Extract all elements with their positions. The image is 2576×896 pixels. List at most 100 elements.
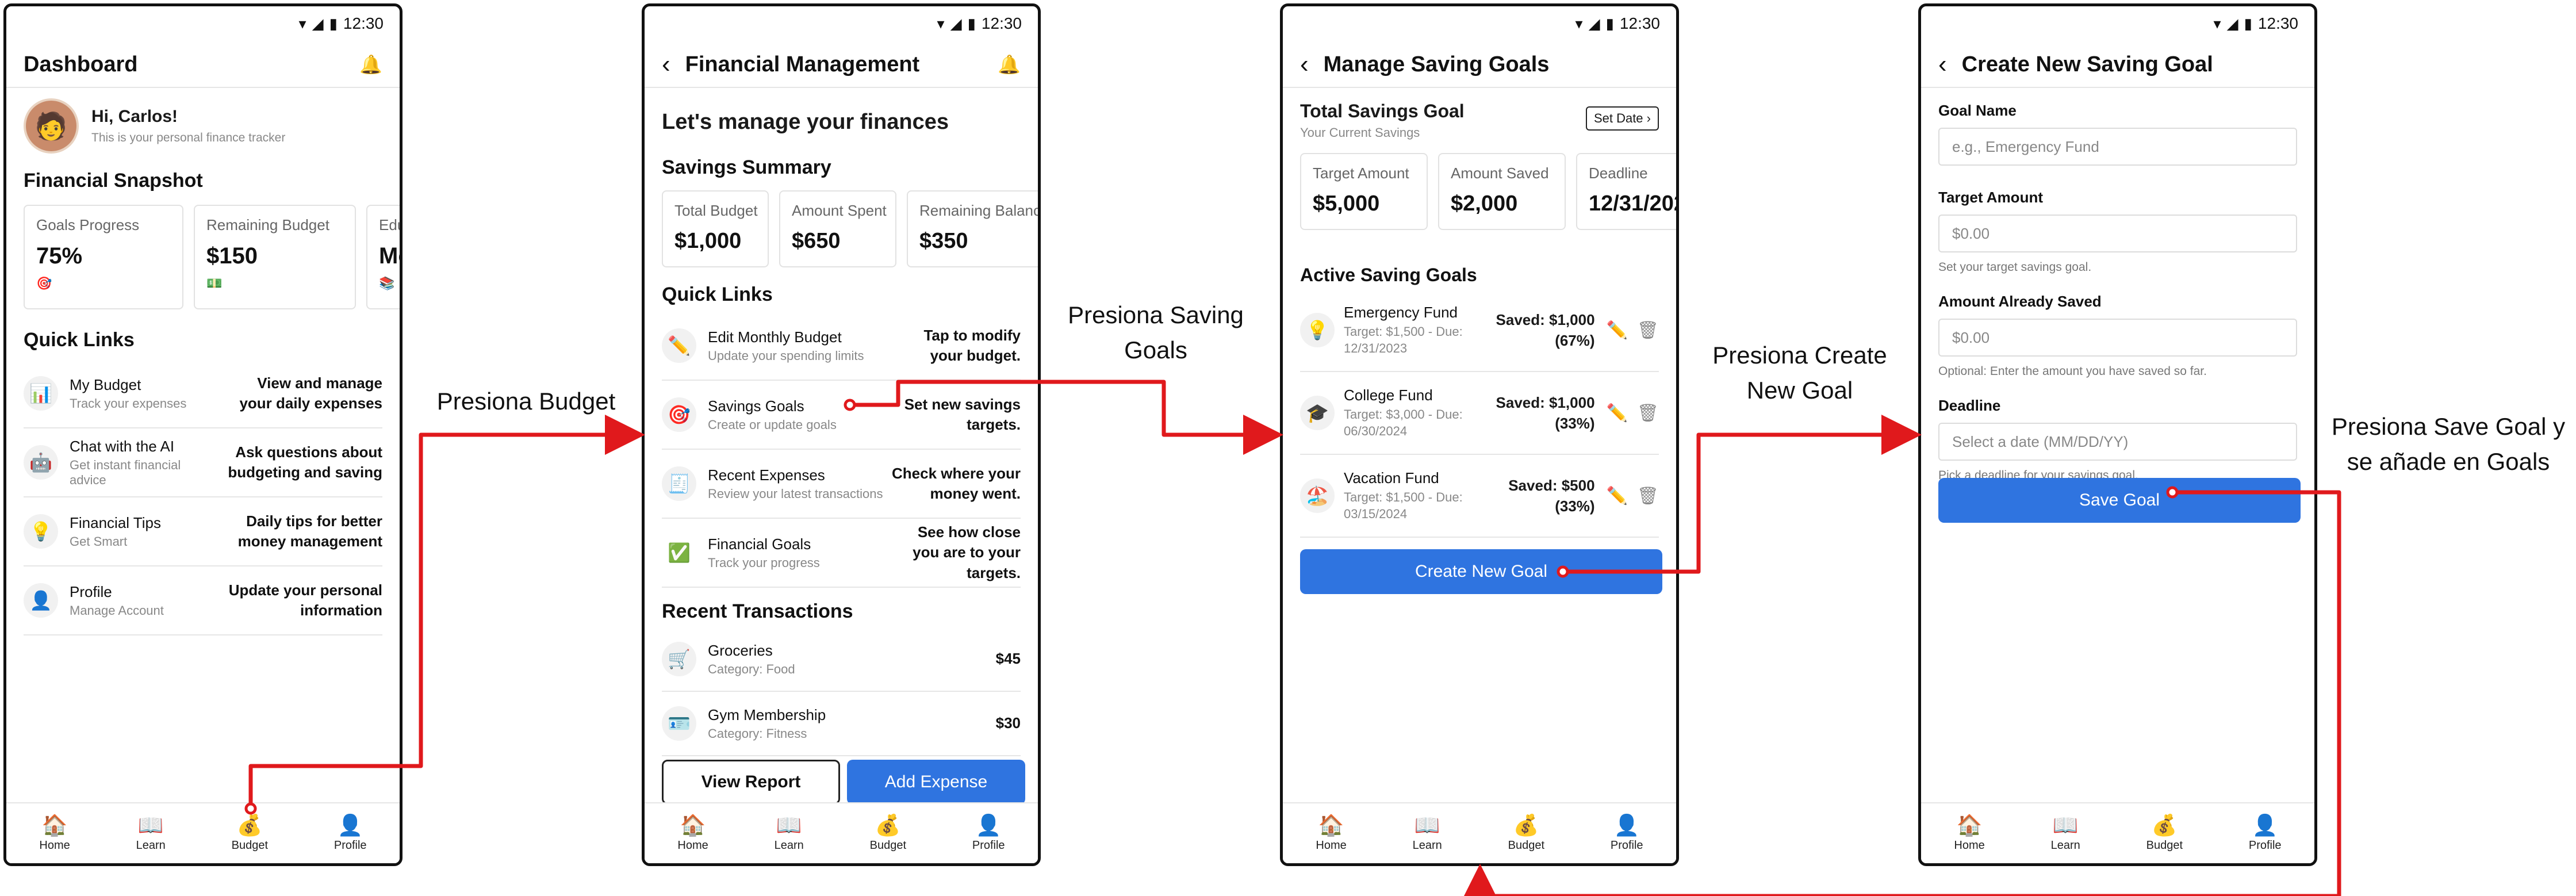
checkmark-icon: ✅ [662, 535, 696, 570]
signal-icon: ◢ [1588, 14, 1600, 32]
app-bar: Dashboard 🔔 [6, 42, 400, 88]
card-goals-progress[interactable]: Goals Progress 75% 🎯 [24, 205, 183, 309]
card-remaining-budget[interactable]: Remaining Budget $150 💵 [194, 205, 356, 309]
link-recent-expenses[interactable]: 🧾 Recent Expenses Review your latest tran… [662, 450, 1021, 519]
tab-home[interactable]: 🏠 Home [1954, 814, 1984, 852]
tab-home[interactable]: 🏠 Home [677, 814, 708, 852]
amount-saved-input[interactable]: $0.00 [1938, 319, 2297, 357]
tab-learn[interactable]: 📖 Learn [2051, 814, 2080, 852]
link-profile[interactable]: 👤 Profile Manage Account Update your pers… [24, 566, 382, 635]
bell-icon[interactable]: 🔔 [998, 53, 1021, 75]
target-amount-helper: Set your target savings goal. [1938, 261, 2092, 274]
quick-links-title: Quick Links [662, 284, 773, 305]
amount-saved-label: Amount Already Saved [1938, 293, 2102, 310]
caption-press-budget: Presiona Budget [425, 384, 627, 419]
card-label: Amount Saved [1451, 164, 1549, 182]
signal-icon: ◢ [950, 14, 962, 32]
page-heading: Let's manage your finances [662, 110, 949, 134]
goal-name-label: Goal Name [1938, 102, 2017, 119]
add-expense-button[interactable]: Add Expense [847, 760, 1025, 805]
target-amount-input[interactable]: $0.00 [1938, 215, 2297, 252]
create-new-goal-button[interactable]: Create New Goal [1300, 549, 1662, 594]
link-financial-tips[interactable]: 💡 Financial Tips Get Smart Daily tips for… [24, 497, 382, 566]
caption-text: Presiona Create [1712, 342, 1887, 369]
trash-icon[interactable]: 🗑 [1637, 403, 1659, 423]
card-total-budget[interactable]: Total Budget $1,000 [662, 190, 769, 267]
back-arrow-icon[interactable]: ‹ [662, 52, 670, 77]
tab-label: Profile [2248, 838, 2282, 852]
tab-profile[interactable]: 👤 Profile [2248, 814, 2282, 852]
tab-learn[interactable]: 📖 Learn [136, 814, 166, 852]
card-education[interactable]: Edu Mo 📚 [366, 205, 400, 309]
link-savings-goals[interactable]: 🎯 Savings Goals Create or update goals Se… [662, 381, 1021, 450]
tab-budget[interactable]: 💰 Budget [232, 814, 268, 852]
goal-row[interactable]: 🎓 College Fund Target: $3,000 - Due: 06/3… [1300, 372, 1659, 455]
card-amount-spent[interactable]: Amount Spent $650 [779, 190, 896, 267]
status-time: 12:30 [1619, 14, 1660, 32]
deadline-input[interactable]: Select a date (MM/DD/YY) [1938, 423, 2297, 461]
tab-bar: 🏠 Home 📖 Learn 💰 Budget 👤 Profile [1921, 802, 2314, 863]
card-target-amount[interactable]: Target Amount $5,000 [1300, 153, 1428, 230]
save-goal-button[interactable]: Save Goal [1938, 478, 2301, 523]
pencil-icon: ✏️ [662, 328, 696, 363]
person-icon: 👤 [337, 813, 363, 837]
link-chat-ai[interactable]: 🤖 Chat with the AI Get instant financial … [24, 428, 382, 497]
card-remaining-balance[interactable]: Remaining Balance $350 [907, 190, 1041, 267]
trash-icon[interactable]: 🗑 [1637, 320, 1659, 340]
pencil-icon[interactable]: ✏️ [1607, 320, 1628, 340]
link-subtitle: Manage Account [70, 603, 164, 618]
link-edit-monthly-budget[interactable]: ✏️ Edit Monthly Budget Update your spendi… [662, 312, 1021, 381]
card-amount-saved[interactable]: Amount Saved $2,000 [1438, 153, 1566, 230]
view-report-button[interactable]: View Report [662, 760, 840, 805]
tab-home[interactable]: 🏠 Home [1316, 814, 1346, 852]
link-title: Financial Goals [708, 535, 811, 553]
tab-home[interactable]: 🏠 Home [39, 814, 70, 852]
tab-label: Profile [972, 838, 1005, 852]
caption-press-save-goal: Presiona Save Goal y se añade en Goals [2323, 409, 2574, 480]
tab-profile[interactable]: 👤 Profile [334, 813, 367, 852]
transaction-row[interactable]: 🪪 Gym Membership Category: Fitness $30 [662, 692, 1021, 756]
wifi-icon: ▾ [2213, 14, 2221, 32]
link-financial-goals[interactable]: ✅ Financial Goals Track your progress See… [662, 519, 1021, 588]
caption-press-saving-goals: Presiona Saving Goals [1052, 298, 1259, 368]
book-icon: 📖 [776, 813, 802, 837]
total-savings-header: Total Savings Goal Your Current Savings … [1300, 101, 1659, 140]
card-deadline[interactable]: Deadline 12/31/202 [1576, 153, 1679, 230]
screen-dashboard: ▾ ◢ ▮ 12:30 Dashboard 🔔 🧑 Hi, Carlos! Th… [3, 3, 402, 866]
bell-icon[interactable]: 🔔 [359, 53, 382, 75]
transaction-amount: $30 [995, 714, 1021, 732]
battery-icon: ▮ [967, 14, 976, 32]
avatar[interactable]: 🧑 [24, 98, 79, 154]
card-value: $150 [206, 243, 258, 269]
back-arrow-icon[interactable]: ‹ [1300, 52, 1309, 77]
tab-learn[interactable]: 📖 Learn [1413, 814, 1442, 852]
link-my-budget[interactable]: 📊 My Budget Track your expenses View and … [24, 359, 382, 428]
tab-budget[interactable]: 💰 Budget [1508, 814, 1544, 852]
receipt-icon: 🧾 [662, 466, 696, 501]
tab-learn[interactable]: 📖 Learn [775, 813, 804, 852]
goal-name-input[interactable]: e.g., Emergency Fund [1938, 128, 2297, 166]
tab-budget[interactable]: 💰 Budget [2146, 814, 2183, 852]
quick-links-list: 📊 My Budget Track your expenses View and … [24, 359, 382, 635]
goal-row[interactable]: 💡 Emergency Fund Target: $1,500 - Due: 12… [1300, 289, 1659, 372]
card-value: 75% [36, 243, 83, 269]
tab-budget[interactable]: 💰 Budget [870, 814, 906, 852]
card-label: Remaining Balance [919, 202, 1041, 219]
trash-icon[interactable]: 🗑 [1637, 486, 1659, 506]
back-arrow-icon[interactable]: ‹ [1938, 52, 1947, 77]
pencil-icon[interactable]: ✏️ [1607, 403, 1628, 423]
tab-bar: 🏠 Home 📖 Learn 💰 Budget 👤 Profile [645, 802, 1038, 863]
savings-cards: Target Amount $5,000 Amount Saved $2,000… [1300, 153, 1679, 230]
card-value: 12/31/202 [1589, 192, 1679, 216]
goal-row[interactable]: 🏖️ Vacation Fund Target: $1,500 - Due: 03… [1300, 455, 1659, 538]
link-subtitle: Track your expenses [70, 396, 187, 411]
tab-label: Budget [2146, 838, 2183, 852]
link-description: See how close you are to your targets. [913, 523, 1021, 581]
goal-details: Target: $3,000 - Due: 06/30/2024 [1344, 407, 1463, 438]
person-icon: 👤 [975, 813, 1002, 837]
tab-profile[interactable]: 👤 Profile [972, 813, 1005, 852]
tab-profile[interactable]: 👤 Profile [1611, 814, 1643, 852]
set-date-button[interactable]: Set Date › [1585, 106, 1659, 131]
transaction-row[interactable]: 🛒 Groceries Category: Food $45 [662, 627, 1021, 692]
pencil-icon[interactable]: ✏️ [1607, 486, 1628, 506]
